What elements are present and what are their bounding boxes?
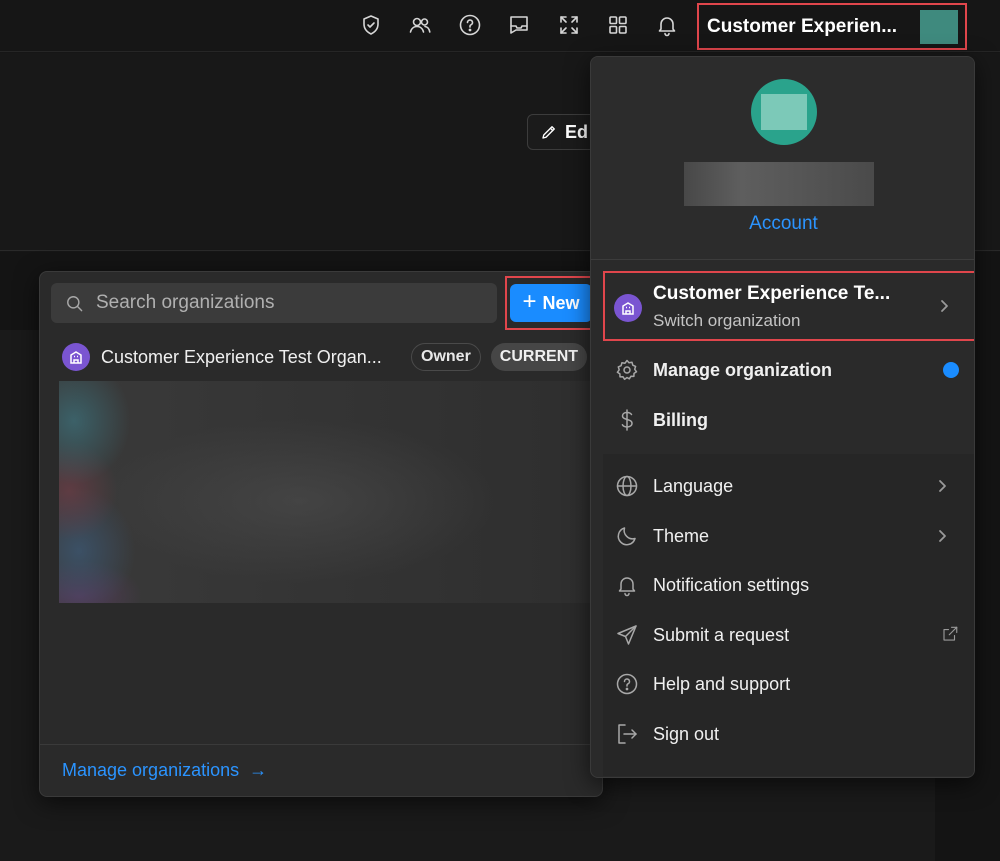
- billing-label: Billing: [653, 409, 708, 430]
- organization-name: Customer Experience Test Organ...: [101, 346, 382, 367]
- role-badge: Owner: [411, 343, 481, 371]
- divider: [40, 744, 602, 745]
- gear-icon: [615, 358, 639, 382]
- notification-settings-item[interactable]: Notification settings: [603, 563, 974, 607]
- bell-icon[interactable]: [651, 9, 683, 41]
- chevron-right-icon: [934, 478, 950, 494]
- bell-icon: [615, 573, 639, 597]
- sign-out-icon: [615, 722, 639, 746]
- sign-out-item[interactable]: Sign out: [603, 712, 974, 756]
- search-box: [51, 283, 497, 323]
- chevron-right-icon: [934, 528, 950, 544]
- help-icon[interactable]: [454, 9, 486, 41]
- search-organizations-input[interactable]: [96, 292, 476, 314]
- language-item[interactable]: Language: [603, 464, 974, 508]
- account-link[interactable]: Account: [591, 213, 974, 235]
- external-link-icon: [941, 625, 959, 643]
- theme-item[interactable]: Theme: [603, 514, 974, 558]
- dollar-icon: [615, 408, 639, 432]
- manage-organizations-link[interactable]: Manage organizations →: [62, 760, 267, 781]
- inbox-icon[interactable]: [503, 9, 535, 41]
- redacted-user-name: [684, 162, 874, 206]
- account-header: Account: [591, 57, 974, 260]
- building-icon: [614, 294, 642, 322]
- avatar: [751, 79, 817, 145]
- account-menu: Account Customer Experience Te... Switch…: [590, 56, 975, 778]
- expand-icon[interactable]: [553, 9, 585, 41]
- account-menu-button[interactable]: Customer Experien...: [697, 3, 967, 50]
- redacted-content: [59, 381, 599, 603]
- arrow-right-icon: →: [244, 760, 268, 780]
- send-icon: [615, 623, 639, 647]
- apps-grid-icon[interactable]: [602, 9, 634, 41]
- pencil-icon: [542, 126, 555, 139]
- globe-icon: [615, 474, 639, 498]
- plus-icon: +: [522, 288, 537, 315]
- submit-request-label: Submit a request: [653, 624, 790, 645]
- sign-out-label: Sign out: [653, 723, 720, 744]
- manage-organization-label: Manage organization: [653, 359, 833, 380]
- switch-organization-item[interactable]: Customer Experience Te... Switch organiz…: [603, 271, 974, 341]
- new-button-label: New: [542, 292, 580, 313]
- status-badge: CURRENT: [490, 343, 588, 371]
- submit-request-item[interactable]: Submit a request: [603, 613, 974, 657]
- theme-label: Theme: [653, 525, 710, 546]
- language-label: Language: [653, 475, 734, 496]
- avatar: [920, 10, 958, 44]
- help-support-label: Help and support: [653, 673, 791, 694]
- help-support-item[interactable]: Help and support: [603, 662, 974, 706]
- people-icon[interactable]: [404, 9, 436, 41]
- billing-item[interactable]: Billing: [603, 398, 974, 442]
- list-item[interactable]: Customer Experience Test Organ... Owner …: [62, 342, 592, 372]
- current-organization-name: Customer Experience Te...: [653, 283, 891, 304]
- organization-switcher-popover: + New Customer Experience Test Organ... …: [39, 271, 603, 797]
- building-icon: [62, 343, 90, 371]
- manage-organizations-label: Manage organizations: [62, 760, 240, 780]
- account-name: Customer Experien...: [707, 15, 898, 37]
- new-button-highlight: + New: [505, 276, 597, 330]
- chevron-right-icon: [936, 298, 952, 314]
- search-icon: [67, 295, 83, 311]
- top-bar: Customer Experien...: [0, 0, 1000, 52]
- switch-organization-label: Switch organization: [653, 311, 801, 330]
- help-icon: [615, 672, 639, 696]
- shield-check-icon[interactable]: [355, 9, 387, 41]
- notification-dot: [943, 362, 959, 378]
- new-organization-button[interactable]: + New: [510, 284, 592, 322]
- manage-organization-item[interactable]: Manage organization: [603, 348, 974, 392]
- edit-label: Ed: [565, 121, 589, 142]
- notification-settings-label: Notification settings: [653, 574, 810, 595]
- moon-icon: [615, 524, 639, 548]
